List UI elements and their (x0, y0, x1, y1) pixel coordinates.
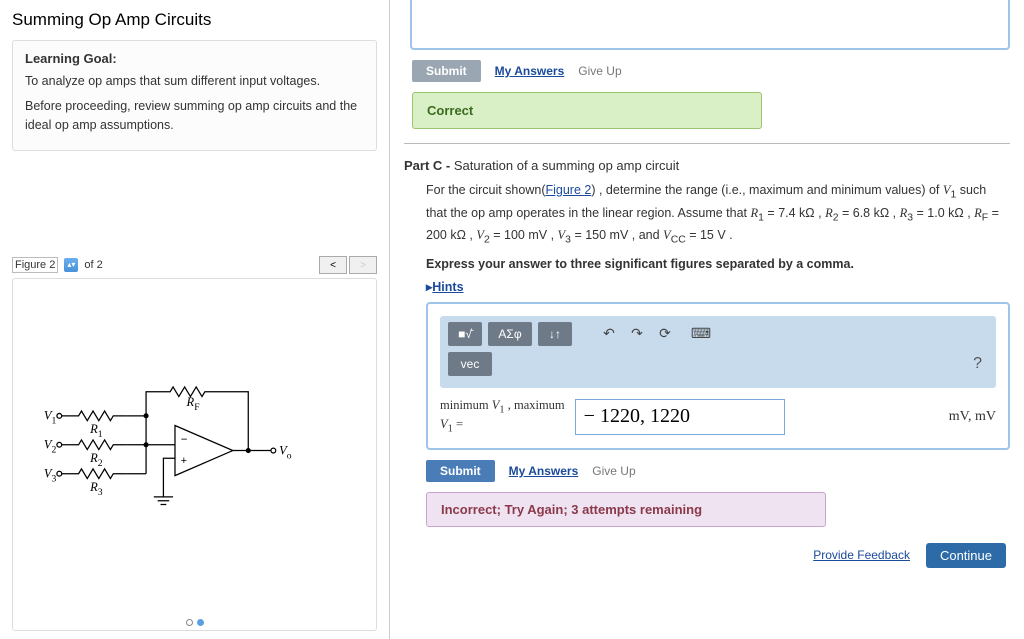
svg-text:V2: V2 (44, 438, 57, 456)
page-title: Summing Op Amp Circuits (12, 10, 377, 30)
figure-header: Figure 2 ▴▾ of 2 < > (12, 256, 377, 274)
separator (404, 143, 1010, 144)
template-button[interactable]: ■√̄ (448, 322, 482, 346)
give-up-link[interactable]: Give Up (578, 64, 621, 78)
submit-button-prev[interactable]: Submit (412, 60, 481, 82)
give-up-link-2[interactable]: Give Up (592, 464, 635, 478)
goal-text-1: To analyze op amps that sum different in… (25, 72, 364, 91)
figure-dot[interactable] (186, 619, 193, 626)
circuit-diagram: .w{stroke:#000;stroke-width:1.3;fill:non… (40, 358, 349, 551)
figure-count: of 2 (84, 259, 102, 271)
undo-icon[interactable]: ↶ (598, 323, 620, 345)
provide-feedback-link[interactable]: Provide Feedback (813, 548, 910, 562)
figure-canvas: .w{stroke:#000;stroke-width:1.3;fill:non… (12, 278, 377, 631)
answer-label: minimum V1 , maximum V1 = (440, 398, 565, 436)
hints-toggle[interactable]: Hints (426, 279, 464, 294)
svg-text:V3: V3 (44, 467, 57, 485)
svg-text:RF: RF (186, 395, 200, 413)
svg-text:−: − (181, 434, 188, 446)
answer-input[interactable] (575, 399, 785, 435)
left-panel: Summing Op Amp Circuits Learning Goal: T… (0, 0, 390, 639)
greek-button[interactable]: ΑΣφ (488, 322, 532, 346)
incorrect-feedback: Incorrect; Try Again; 3 attempts remaini… (426, 492, 826, 527)
learning-goal-box: Learning Goal: To analyze op amps that s… (12, 40, 377, 151)
figure-link[interactable]: Figure 2 (545, 183, 591, 197)
vec-button[interactable]: vec (448, 352, 492, 376)
figure-next-button[interactable]: > (349, 256, 377, 274)
answer-box: ■√̄ ΑΣφ ↓↑ ↶ ↷ ⟳ ⌨ vec ? (426, 302, 1010, 450)
figure-spinner-icon[interactable]: ▴▾ (64, 258, 78, 272)
goal-heading: Learning Goal: (25, 51, 364, 66)
continue-button[interactable]: Continue (926, 543, 1006, 568)
figure-dot-active[interactable] (197, 619, 204, 626)
updown-button[interactable]: ↓↑ (538, 322, 572, 346)
goal-text-2: Before proceeding, review summing op amp… (25, 97, 364, 135)
svg-text:R1: R1 (89, 422, 103, 440)
svg-text:R2: R2 (89, 451, 103, 469)
correct-feedback: Correct (412, 92, 762, 129)
svg-text:V1: V1 (44, 409, 57, 427)
figure-dots (186, 619, 204, 626)
submit-button[interactable]: Submit (426, 460, 495, 482)
my-answers-link-2[interactable]: My Answers (509, 464, 579, 478)
svg-text:Vo: Vo (279, 444, 292, 462)
keyboard-icon[interactable]: ⌨ (690, 323, 712, 345)
problem-statement: For the circuit shown(Figure 2) , determ… (426, 181, 1010, 249)
figure-prev-button[interactable]: < (319, 256, 347, 274)
express-instruction: Express your answer to three significant… (426, 257, 1010, 271)
help-icon[interactable]: ? (973, 355, 988, 373)
reset-icon[interactable]: ⟳ (654, 323, 676, 345)
svg-text:+: + (181, 455, 187, 467)
part-c-title: Part C - Saturation of a summing op amp … (404, 158, 1010, 173)
figure-selector[interactable]: Figure 2 (12, 257, 58, 273)
svg-text:R3: R3 (89, 480, 103, 498)
redo-icon[interactable]: ↷ (626, 323, 648, 345)
equation-toolbar: ■√̄ ΑΣφ ↓↑ ↶ ↷ ⟳ ⌨ vec ? (440, 316, 996, 388)
previous-answer-box (410, 0, 1010, 50)
figure-nav: < > (319, 256, 377, 274)
my-answers-link[interactable]: My Answers (495, 64, 565, 78)
answer-unit: mV, mV (949, 409, 996, 425)
right-panel: Submit My Answers Give Up Correct Part C… (390, 0, 1024, 639)
